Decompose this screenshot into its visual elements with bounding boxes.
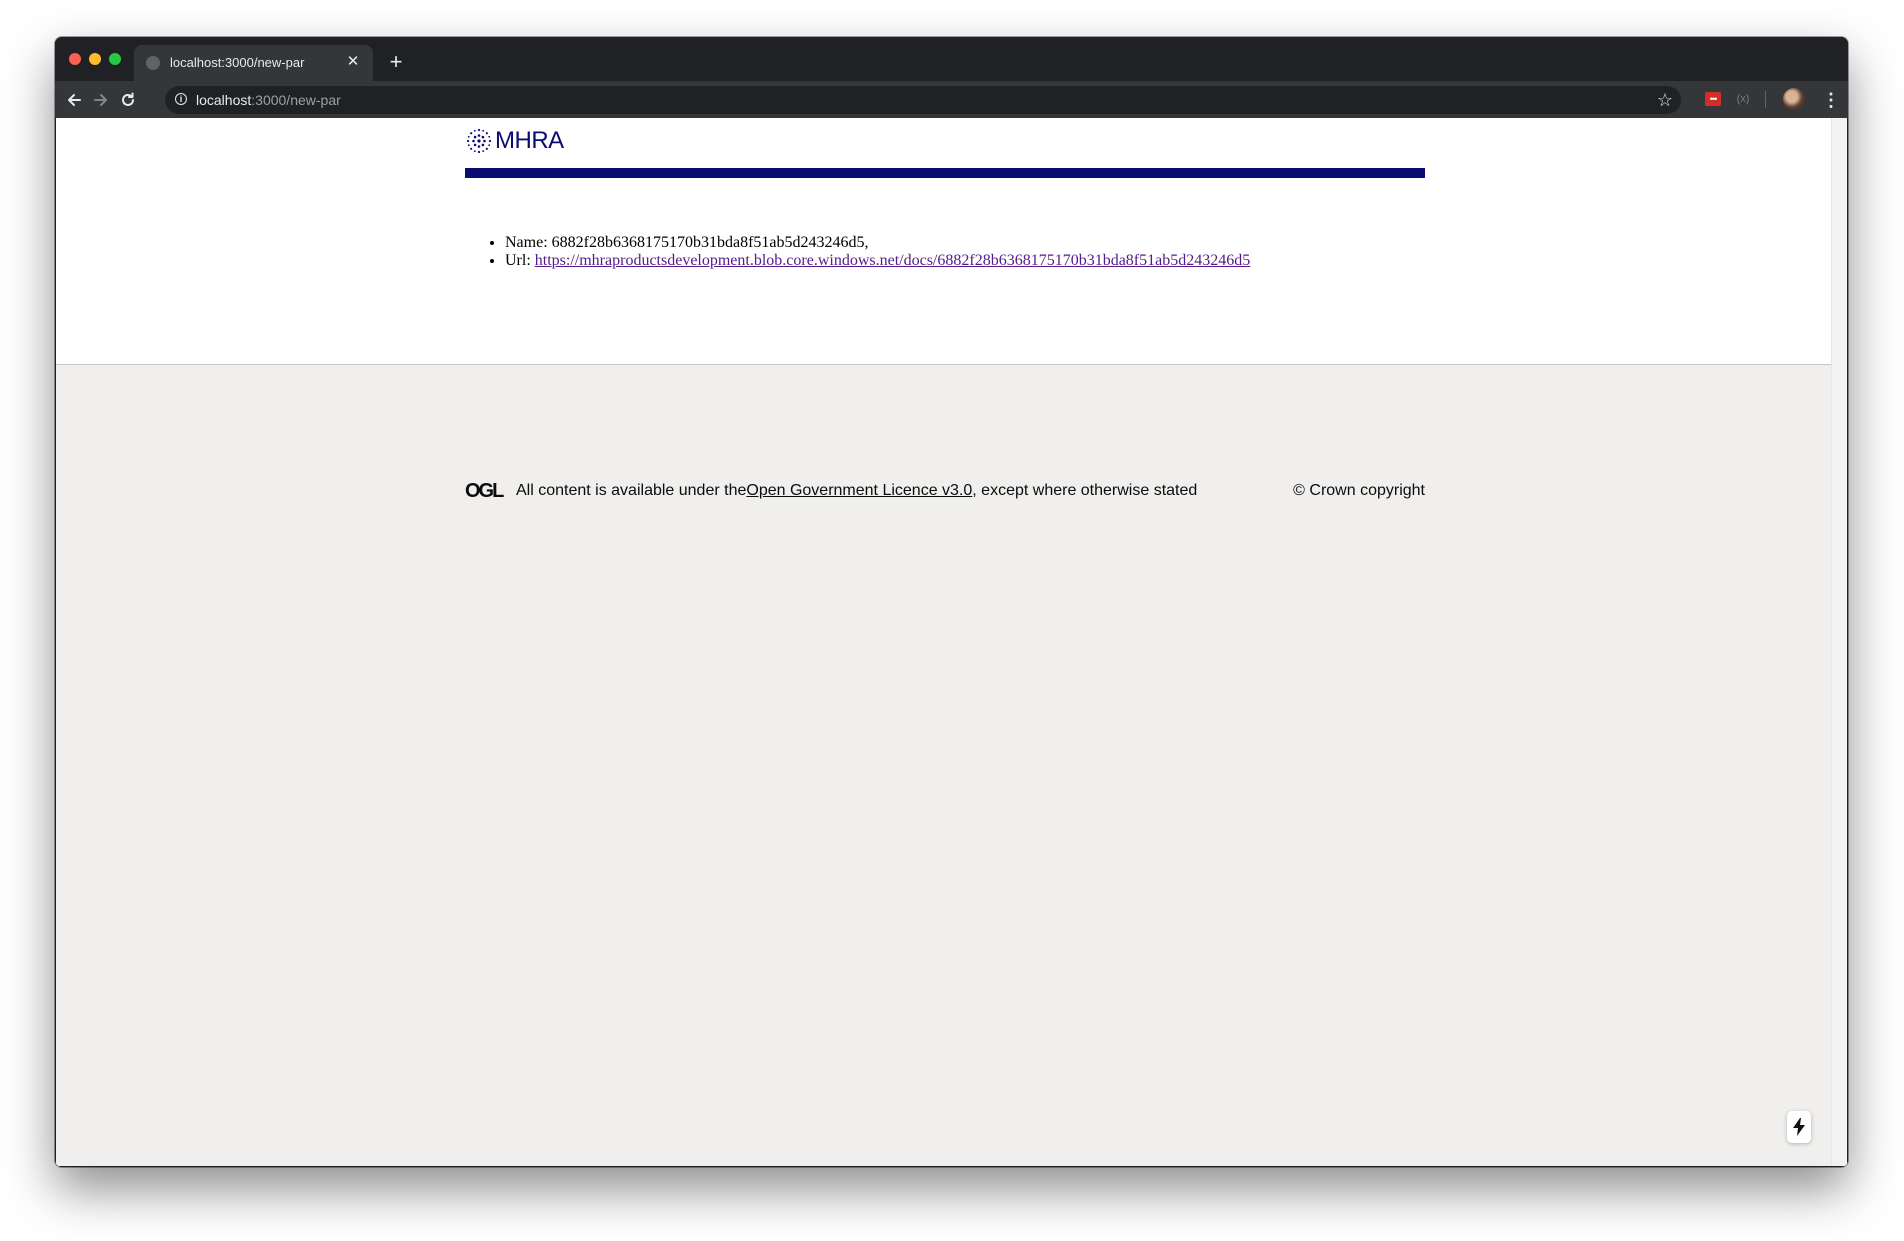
tab-strip: localhost:3000/new-par ✕ + [55,37,1848,81]
document-url-link[interactable]: https://mhraproductsdevelopment.blob.cor… [535,252,1250,269]
profile-avatar[interactable] [1783,88,1805,110]
back-arrow-icon[interactable] [61,87,87,113]
star-icon[interactable]: ☆ [1657,89,1673,111]
name-label: Name: [505,234,548,251]
tab-title: localhost:3000/new-par [170,55,305,70]
licence-statement: All content is available under theOpen G… [516,482,1198,499]
page-viewport: MHRA Name: 6882f28b6368175170b31bda8f51a… [56,118,1847,1166]
zoom-window-button[interactable] [109,53,121,65]
close-window-button[interactable] [69,53,81,65]
globe-icon [146,56,160,70]
reload-icon[interactable] [115,87,141,113]
new-tab-button[interactable]: + [383,50,409,76]
lightning-bolt-icon[interactable] [1787,1111,1811,1143]
forward-arrow-icon[interactable] [88,87,114,113]
kebab-menu-icon[interactable]: ⋮ [1822,87,1840,113]
extension-icon[interactable]: (x) [1735,91,1751,107]
page-scrollbar[interactable] [1831,118,1847,1166]
header-rule [465,168,1425,178]
page-footer: OGL All content is available under theOp… [465,480,1425,504]
url-label: Url: [505,252,531,269]
svg-text:OGL: OGL [465,480,504,500]
licence-link[interactable]: Open Government Licence v3.0 [746,482,972,499]
mhra-logo-icon [466,128,492,154]
browser-tab-active[interactable]: localhost:3000/new-par ✕ [134,45,373,81]
url-text[interactable]: localhost:3000/new-par [196,92,341,108]
crown-copyright: © Crown copyright [1293,482,1425,499]
lastpass-extension-icon[interactable]: ••• [1705,92,1721,106]
minimize-window-button[interactable] [89,53,101,65]
list-item-url: Url: https://mhraproductsdevelopment.blo… [505,252,1250,270]
tab-close-icon[interactable]: ✕ [343,52,363,72]
browser-window: localhost:3000/new-par ✕ + i localhost:3… [55,37,1848,1167]
mhra-logo[interactable]: MHRA [465,127,564,155]
list-item-name: Name: 6882f28b6368175170b31bda8f51ab5d24… [505,234,1250,252]
logo-text: MHRA [495,127,564,154]
toolbar-divider [1765,91,1766,108]
page-header: MHRA Name: 6882f28b6368175170b31bda8f51a… [56,118,1832,365]
address-bar[interactable]: i localhost:3000/new-par ☆ [165,86,1681,114]
browser-toolbar: i localhost:3000/new-par ☆ ••• (x) ⋮ [55,81,1848,118]
ogl-logo: OGL [465,480,506,500]
info-icon[interactable]: i [175,93,187,105]
name-value: 6882f28b6368175170b31bda8f51ab5d243246d5… [551,234,869,251]
document-details-list: Name: 6882f28b6368175170b31bda8f51ab5d24… [465,234,1250,270]
